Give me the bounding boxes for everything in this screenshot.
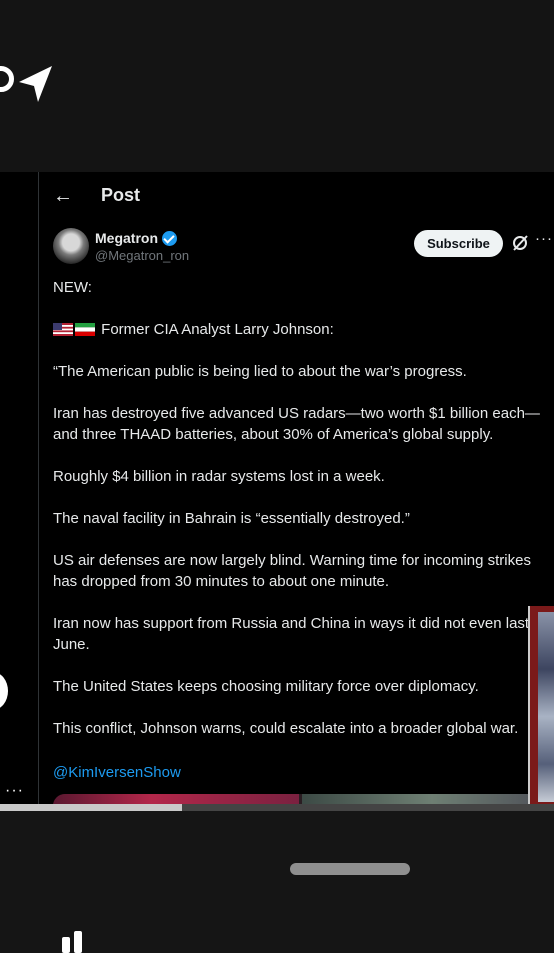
more-icon[interactable]: ··· [535,230,553,247]
author-name[interactable]: Megatron [95,230,158,246]
post-text-line: Former CIA Analyst Larry Johnson: [53,319,554,340]
back-arrow-icon[interactable]: ← [53,185,73,208]
us-flag-icon [53,323,73,336]
post-text-line: US air defenses are now largely blind. W… [53,552,531,569]
video-overlay-frame [538,612,554,802]
post-text-line: has dropped from 30 minutes to about one… [53,573,390,590]
author-name-line[interactable]: Megatron [95,230,177,246]
page-title: Post [101,185,141,205]
video-scrubber[interactable] [0,804,554,811]
verified-badge-icon [162,230,177,246]
post-text-analyst: Former CIA Analyst Larry Johnson: [101,321,334,338]
post-text-line: NEW: [53,279,92,296]
media-thumbnail[interactable] [302,794,554,804]
media-thumbnail[interactable] [53,794,299,804]
post-text-line: “The American public is being lied to ab… [53,363,467,380]
post-text-line: Roughly $4 billion in radar systems lost… [53,468,385,485]
post-panel: ← Post Megatron @Megatron_ron Subscribe … [39,172,554,804]
avatar[interactable] [53,228,89,264]
grok-icon[interactable] [511,234,529,252]
left-column: ··· [0,172,38,804]
post-header: ← Post [39,172,554,220]
video-overlay[interactable] [528,606,554,806]
home-indicator[interactable] [290,863,410,875]
circle-icon [0,66,14,92]
author-handle[interactable]: @Megatron_ron [95,248,189,263]
post-text-line: The naval facility in Bahrain is “essent… [53,510,410,527]
post-text-line: Iran now has support from Russia and Chi… [53,615,530,632]
iran-flag-icon [75,323,95,336]
media-preview[interactable] [53,794,554,804]
post-text-line: Iran has destroyed five advanced US rada… [53,405,540,422]
post-text-line: and three THAAD batteries, about 30% of … [53,426,494,443]
navigation-arrow-icon[interactable] [16,64,54,104]
profile-circle[interactable] [0,672,8,710]
post-text-line: June. [53,636,90,653]
mention-link[interactable]: @KimIversenShow [53,764,181,781]
subscribe-button[interactable]: Subscribe [414,230,503,257]
scrubber-progress [0,804,182,811]
top-strip [0,0,554,172]
bottom-area [0,811,554,953]
more-icon[interactable]: ··· [5,782,24,800]
post-text-line: This conflict, Johnson warns, could esca… [53,720,519,737]
post-text-line: The United States keeps choosing militar… [53,678,479,695]
